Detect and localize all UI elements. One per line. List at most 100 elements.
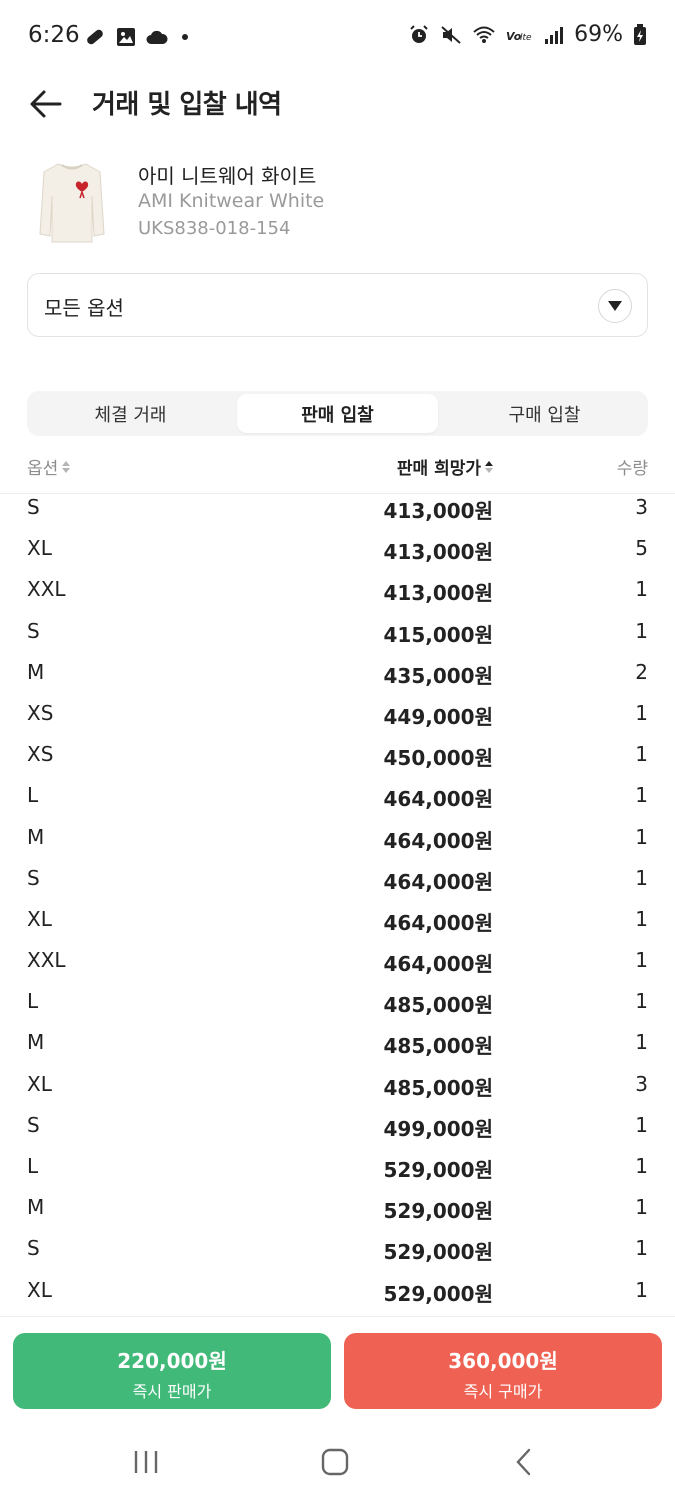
pill-icon: [84, 26, 106, 48]
row-quantity: 1: [635, 948, 648, 973]
status-time: 6:26: [28, 22, 80, 48]
row-price: 529,000원: [383, 1158, 494, 1182]
table-row: L 529,000원 1: [0, 1146, 675, 1187]
row-size: XL: [27, 906, 52, 931]
table-row: XS 449,000원 1: [0, 693, 675, 734]
table-row: XL 529,000원 1: [0, 1270, 675, 1311]
row-size: XS: [27, 742, 54, 767]
image-icon: [116, 27, 136, 47]
option-dropdown[interactable]: 모든 옵션: [27, 273, 648, 337]
product-image: [36, 156, 108, 246]
mute-icon: [440, 24, 462, 46]
tab-sell-bids[interactable]: 판매 입찰: [237, 394, 438, 433]
table-row: S 464,000원 1: [0, 858, 675, 899]
signal-icon: [544, 25, 564, 45]
row-size: XS: [27, 700, 54, 725]
row-price: 499,000원: [383, 1116, 494, 1141]
column-quantity-label: 수량: [616, 459, 648, 479]
sort-by-option-header[interactable]: 옵션: [27, 454, 71, 479]
row-price: 485,000원: [383, 1075, 494, 1100]
table-row: S 529,000원 1: [0, 1228, 675, 1269]
row-price: 529,000원: [383, 1240, 494, 1265]
caret-down-icon: [598, 289, 632, 323]
status-bar: 6:26 Vo lte 69%: [0, 0, 675, 76]
back-nav-icon: [516, 1448, 531, 1476]
bid-history-tabs: 체결 거래 판매 입찰 구매 입찰: [27, 391, 648, 436]
table-row: XL 485,000원 3: [0, 1064, 675, 1105]
row-size: XXL: [27, 948, 66, 973]
row-quantity: 1: [635, 906, 648, 931]
product-name-korean: 아미 니트웨어 화이트: [138, 164, 317, 188]
row-quantity: 1: [635, 1236, 648, 1261]
back-button[interactable]: [26, 84, 66, 124]
row-size: XXL: [27, 577, 66, 602]
row-quantity: 1: [635, 1195, 648, 1220]
row-quantity: 1: [635, 1277, 648, 1302]
table-row: L 485,000원 1: [0, 981, 675, 1022]
instant-buy-button[interactable]: 360,000원 즉시 구매가: [344, 1333, 662, 1409]
row-quantity: 1: [635, 1030, 648, 1055]
bottom-action-bar: 220,000원 즉시 판매가 360,000원 즉시 구매가: [0, 1316, 675, 1426]
table-row: M 464,000원 1: [0, 817, 675, 858]
product-model-code: UKS838-018-154: [138, 218, 291, 239]
row-size: S: [27, 495, 40, 519]
row-quantity: 1: [635, 700, 648, 725]
alarm-icon: [408, 24, 430, 46]
row-size: M: [27, 1195, 45, 1220]
table-row: M 529,000원 1: [0, 1187, 675, 1228]
row-price: 464,000원: [383, 787, 494, 812]
row-price: 413,000원: [383, 540, 494, 565]
system-navigation-bar: [0, 1426, 675, 1500]
home-button[interactable]: [313, 1442, 357, 1482]
recent-apps-button[interactable]: [124, 1442, 168, 1482]
row-size: L: [27, 1154, 39, 1178]
instant-buy-label: 즉시 구매가: [463, 1382, 543, 1401]
row-price: 529,000원: [383, 1199, 494, 1224]
instant-sell-button[interactable]: 220,000원 즉시 판매가: [13, 1333, 331, 1409]
recent-apps-icon: [134, 1451, 158, 1473]
row-quantity: 1: [635, 1154, 648, 1178]
column-price-label: 판매 희망가: [396, 459, 481, 479]
product-summary: 아미 니트웨어 화이트 AMI Knitwear White UKS838-01…: [0, 152, 675, 252]
row-quantity: 5: [635, 536, 648, 561]
row-quantity: 1: [635, 1112, 648, 1137]
table-row: XL 413,000원 5: [0, 528, 675, 569]
row-price: 435,000원: [383, 663, 494, 688]
volte-icon: Vo lte: [506, 25, 534, 45]
row-quantity: 1: [635, 824, 648, 849]
instant-sell-label: 즉시 판매가: [132, 1382, 212, 1401]
row-quantity: 3: [635, 1071, 648, 1096]
status-left-icons: [84, 26, 192, 48]
row-quantity: 1: [635, 742, 648, 767]
home-icon: [321, 1448, 349, 1476]
tab-completed-trades[interactable]: 체결 거래: [30, 394, 231, 433]
bid-list: S 413,000원 3 XL 413,000원 5 XXL 413,000원 1 S 415…: [0, 487, 675, 1311]
arrow-left-icon: [30, 90, 62, 118]
row-quantity: 1: [635, 618, 648, 643]
instant-buy-price: 360,000원: [448, 1349, 558, 1373]
row-size: M: [27, 824, 45, 849]
row-price: 450,000원: [383, 746, 494, 771]
row-quantity: 1: [635, 577, 648, 602]
row-price: 485,000원: [383, 1034, 494, 1059]
sort-icon: [485, 460, 493, 473]
row-price: 415,000원: [383, 622, 494, 647]
column-option-label: 옵션: [27, 459, 59, 479]
row-size: L: [27, 989, 39, 1014]
row-price: 413,000원: [383, 581, 494, 606]
table-row: S 413,000원 3: [0, 487, 675, 528]
table-row: XL 464,000원 1: [0, 899, 675, 940]
system-back-button[interactable]: [502, 1442, 546, 1482]
row-price: 413,000원: [383, 499, 494, 523]
table-row: XXL 464,000원 1: [0, 940, 675, 981]
wifi-icon: [472, 24, 496, 46]
table-row: L 464,000원 1: [0, 775, 675, 816]
tab-buy-bids[interactable]: 구매 입찰: [444, 394, 645, 433]
row-price: 529,000원: [383, 1281, 494, 1306]
sort-by-price-header[interactable]: 판매 희망가: [397, 454, 494, 479]
battery-percent: 69%: [574, 22, 623, 47]
table-row: S 499,000원 1: [0, 1105, 675, 1146]
dot-icon: [178, 30, 192, 44]
row-quantity: 1: [635, 783, 648, 808]
row-size: S: [27, 1112, 40, 1137]
